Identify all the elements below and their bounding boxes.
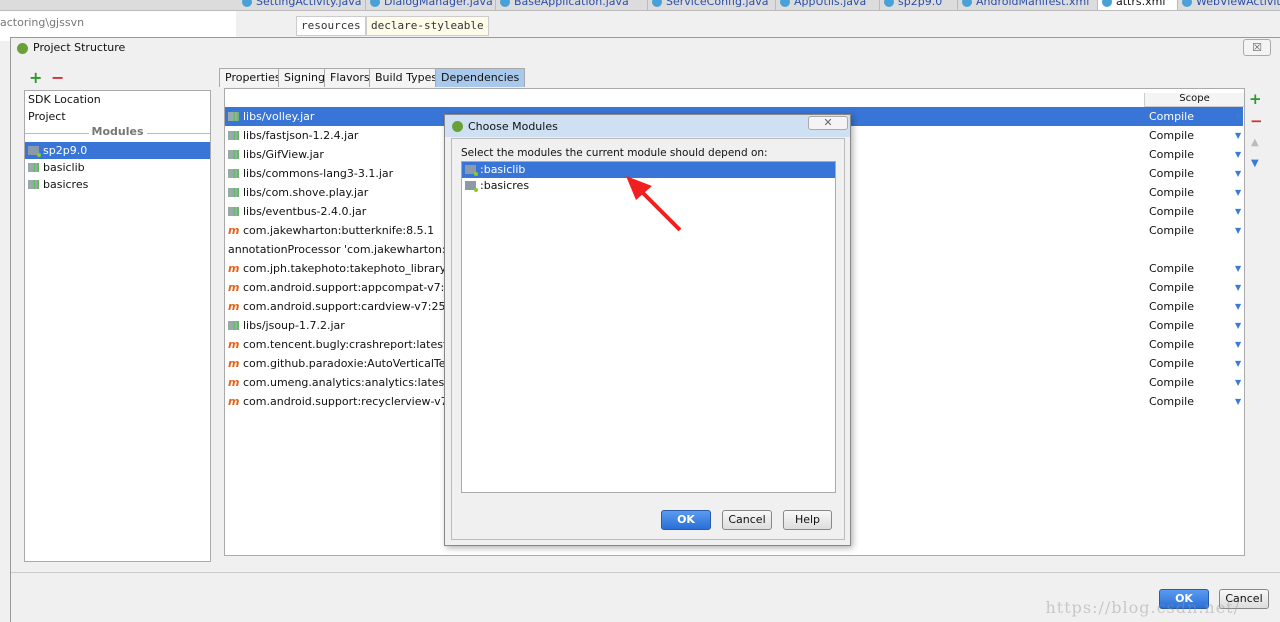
watermark: https://blog.csdn.net/ [1045,598,1240,617]
arrow-shaft [638,188,682,232]
annotation-arrow [626,176,682,232]
